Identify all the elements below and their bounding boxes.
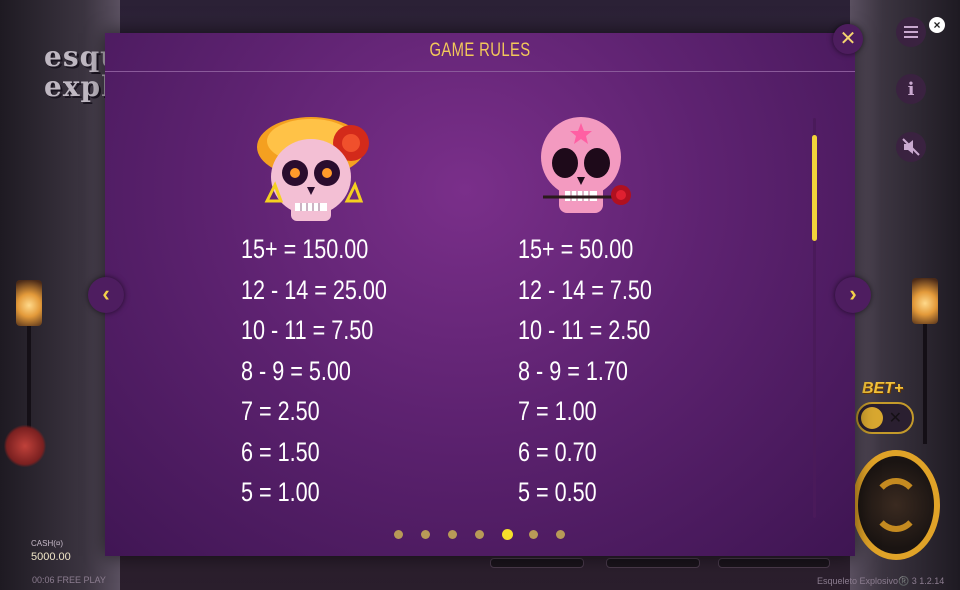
page-dot[interactable] bbox=[448, 530, 457, 539]
next-page-button[interactable]: › bbox=[835, 277, 871, 313]
toggle-off-icon: ✕ bbox=[888, 410, 902, 427]
pay-line: 12 - 14 = 7.50 bbox=[518, 274, 652, 305]
bet-plus-toggle[interactable]: ✕ bbox=[856, 402, 914, 434]
flower-decoration bbox=[4, 424, 46, 468]
paytable-column-2: 15+ = 50.00 12 - 14 = 7.50 10 - 11 = 2.5… bbox=[518, 229, 685, 513]
game-logo: esqu expl bbox=[44, 40, 122, 103]
pay-line: 7 = 2.50 bbox=[241, 396, 320, 426]
pay-line: 5 = 1.00 bbox=[241, 477, 320, 507]
pay-line: 12 - 14 = 25.00 bbox=[241, 274, 387, 305]
page-dot[interactable] bbox=[421, 530, 430, 539]
page-dot[interactable] bbox=[556, 530, 565, 539]
info-button[interactable]: i bbox=[896, 74, 926, 104]
pay-line: 5 = 0.50 bbox=[518, 477, 597, 507]
page-dot[interactable] bbox=[394, 530, 403, 539]
modal-header: GAME RULES bbox=[105, 33, 855, 72]
pay-line: 15+ = 50.00 bbox=[518, 234, 634, 264]
pay-line: 6 = 0.70 bbox=[518, 436, 597, 467]
pink-rose-skull-icon bbox=[535, 115, 635, 225]
pay-line: 7 = 1.00 bbox=[518, 396, 597, 426]
pay-line: 10 - 11 = 2.50 bbox=[518, 315, 651, 345]
lamp-post-right bbox=[923, 324, 927, 444]
paytable-column-1: 15+ = 150.00 12 - 14 = 25.00 10 - 11 = 7… bbox=[241, 229, 423, 513]
bottom-control-bar-2 bbox=[606, 558, 700, 568]
orange-headdress-skull-icon bbox=[255, 115, 375, 230]
logo-line-2: expl bbox=[44, 70, 113, 103]
hamburger-menu-icon bbox=[904, 26, 918, 38]
pay-line: 15+ = 150.00 bbox=[241, 234, 369, 264]
pay-line: 8 - 9 = 5.00 bbox=[241, 355, 351, 386]
previous-page-button[interactable]: ‹ bbox=[88, 277, 124, 313]
cash-value: 5000.00 bbox=[31, 551, 71, 563]
pay-line: 6 = 1.50 bbox=[241, 436, 320, 467]
toggle-knob bbox=[861, 407, 883, 429]
bet-plus-label: BET+ bbox=[862, 380, 904, 397]
page-dot[interactable] bbox=[529, 530, 538, 539]
spin-button[interactable] bbox=[852, 450, 940, 560]
spin-arrows-icon bbox=[872, 478, 920, 532]
free-play-timer: 00:06 FREE PLAY bbox=[32, 575, 106, 585]
close-game-button[interactable]: × bbox=[929, 17, 945, 33]
page-dot-active[interactable] bbox=[502, 529, 513, 540]
street-lamp-left bbox=[16, 280, 42, 326]
scrollbar-thumb[interactable] bbox=[812, 135, 817, 241]
sound-muted-icon bbox=[902, 138, 920, 156]
pay-line: 8 - 9 = 1.70 bbox=[518, 355, 628, 386]
page-dot[interactable] bbox=[475, 530, 484, 539]
close-button[interactable]: ✕ bbox=[833, 24, 863, 54]
sound-toggle-button[interactable] bbox=[896, 132, 926, 162]
modal-title: GAME RULES bbox=[429, 40, 531, 61]
street-lamp-right bbox=[912, 278, 938, 324]
bottom-control-bar-3 bbox=[718, 558, 830, 568]
logo-line-1: esqu bbox=[44, 40, 122, 73]
version-label: Esqueleto Explosivo®️ 3 1.2.14 bbox=[817, 576, 945, 586]
menu-button[interactable] bbox=[896, 17, 926, 47]
bottom-control-bar-1 bbox=[490, 558, 584, 568]
cash-label: CASH(¤) bbox=[31, 539, 64, 548]
game-rules-modal: GAME RULES ✕ 15+ = 150.00 12 - 14 = 25.0… bbox=[88, 24, 871, 556]
pay-line: 10 - 11 = 7.50 bbox=[241, 315, 374, 345]
info-icon: i bbox=[907, 78, 915, 100]
